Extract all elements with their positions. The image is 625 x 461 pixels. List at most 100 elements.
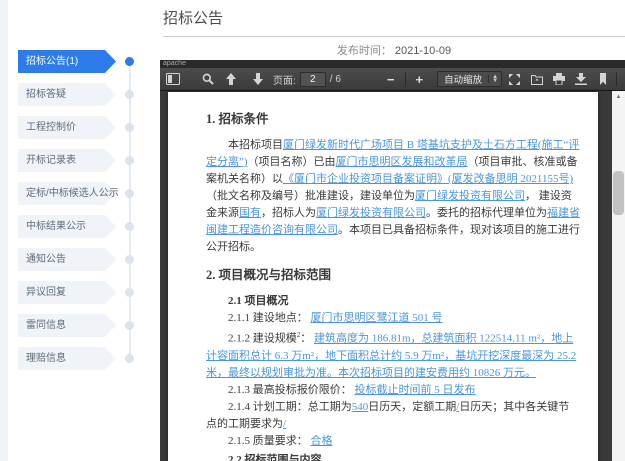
- timeline-dot: [125, 222, 134, 231]
- presentation-mode-button[interactable]: [505, 70, 524, 89]
- publish-time-value: 2021-10-09: [394, 45, 452, 57]
- zoom-select[interactable]: 自动缩放 ▲ ▼: [437, 71, 503, 87]
- timeline-dot: [125, 90, 134, 99]
- sidebar-item-label: 雷同信息: [26, 320, 66, 331]
- doc-paragraph: 2.1.4 计划工期：总工期为540日历天，定额工期/日历天；其中各关键节点的工…: [206, 399, 580, 433]
- doc-text: 本招标项目: [228, 139, 283, 151]
- doc-text: 2.1.5 质量要求：: [228, 434, 311, 447]
- scroll-up-button[interactable]: ▲: [612, 91, 625, 102]
- print-icon: [552, 73, 565, 85]
- doc-link[interactable]: 厦门绿发投资有限公司: [415, 190, 525, 202]
- vertical-scrollbar[interactable]: ▲: [612, 91, 625, 461]
- sidebar-item[interactable]: 招标公告(1): [18, 50, 116, 73]
- doc-link[interactable]: 厦门绿发投资有限公司: [316, 207, 426, 219]
- pdf-toolbar: 页面: / 6 − + 自动缩放 ▲▼: [160, 68, 625, 91]
- doc-text: 2.1.1 建设地点：: [228, 312, 311, 324]
- timeline-dot: [125, 123, 134, 132]
- timeline-dot: [125, 255, 134, 264]
- timeline-dot: [125, 288, 134, 297]
- next-page-button[interactable]: [248, 70, 267, 89]
- sidebar-item[interactable]: 中标结果公示: [18, 215, 116, 238]
- publish-time-label: 发布时间：: [336, 45, 392, 57]
- arrow-up-icon: [225, 73, 236, 85]
- search-icon: [202, 73, 214, 85]
- open-file-button[interactable]: [527, 70, 546, 89]
- doc-text: （批文名称及编号）批准建设，建设单位为: [206, 190, 415, 202]
- download-button[interactable]: [571, 70, 590, 89]
- sidebar-item-label: 开标记录表: [26, 155, 76, 166]
- sidebar-item-label: 招标公告(1): [26, 56, 79, 67]
- sidebar-item[interactable]: 雷同信息: [18, 314, 116, 337]
- timeline-dot: [125, 354, 134, 363]
- doc-link[interactable]: 投标截止时间前 5 日发布: [355, 384, 476, 396]
- scrollbar-thumb[interactable]: [613, 171, 624, 215]
- download-icon: [574, 73, 587, 85]
- viewer-content: 1. 招标条件本招标项目厦门绿发新时代广场项目 B 塔基坑支护及土石方工程(施工…: [160, 91, 625, 461]
- publish-time: 发布时间： 2021-10-09: [163, 42, 625, 58]
- toolbar-separator: [616, 72, 618, 86]
- sidebar-item[interactable]: 招标答疑: [18, 83, 116, 106]
- zoom-select-value: 自动缩放: [444, 75, 483, 86]
- doc-paragraph: 2.1.2 建设规模2： 建筑高度为 186.81m，总建筑面积 122514.…: [206, 327, 580, 382]
- sidebar-item-label: 工程控制价: [26, 122, 76, 133]
- page-number-label: 页面:: [273, 75, 296, 87]
- sidebar-item[interactable]: 工程控制价: [18, 116, 116, 139]
- page-number-input[interactable]: [299, 71, 326, 87]
- title-divider: [163, 36, 625, 37]
- doc-paragraph: 本招标项目厦门绿发新时代广场项目 B 塔基坑支护及土石方工程(施工“评定分离”)…: [206, 137, 580, 256]
- doc-link[interactable]: 国有: [239, 207, 261, 219]
- doc-heading: 2. 项目概况与招标范围: [206, 268, 332, 282]
- sidebar-item[interactable]: 定标/中标候选人公示: [18, 182, 119, 205]
- pdf-text: 1. 招标条件本招标项目厦门绿发新时代广场项目 B 塔基坑支护及土石方工程(施工…: [168, 92, 598, 461]
- doc-text: 2.1.4 计划工期：总工期为: [228, 400, 352, 413]
- sidebar-item-label: 定标/中标候选人公示: [26, 188, 119, 199]
- previous-page-button[interactable]: [221, 70, 240, 89]
- doc-text: ，招标人为: [261, 207, 316, 219]
- sidebar-item[interactable]: 通知公告: [18, 248, 116, 271]
- timeline-dot: [125, 156, 134, 165]
- timeline-dot: [125, 57, 134, 66]
- doc-text: ：: [300, 332, 314, 345]
- sidebar-item[interactable]: 异议回复: [18, 281, 116, 304]
- viewer-title: apache: [160, 60, 625, 68]
- find-button[interactable]: [198, 70, 217, 89]
- doc-link[interactable]: /: [283, 418, 286, 430]
- bookmark-icon: [599, 73, 606, 85]
- sidebar-item-label: 理赔信息: [26, 353, 66, 364]
- minus-icon: −: [386, 71, 395, 87]
- open-file-icon: [530, 74, 543, 85]
- zoom-out-button[interactable]: −: [381, 70, 401, 89]
- plus-icon: +: [415, 71, 424, 87]
- scroll-up-arrow-icon: ▲: [615, 93, 622, 100]
- doc-link[interactable]: 厦门市思明区发展和改革局: [336, 156, 468, 168]
- sidebar-item[interactable]: 理赔信息: [18, 347, 116, 370]
- sidebar-item[interactable]: 开标记录表: [18, 149, 116, 172]
- doc-link[interactable]: 合格: [311, 435, 333, 447]
- page-title: 招标公告: [163, 10, 224, 27]
- doc-paragraph: 2.1.1 建设地点： 厦门市思明区鹭江道 501 号: [206, 310, 580, 327]
- print-button[interactable]: [549, 70, 568, 89]
- arrow-down-icon: [252, 73, 263, 85]
- sidebar-toggle-button[interactable]: [163, 70, 182, 89]
- bookmark-button[interactable]: [593, 70, 612, 89]
- doc-paragraph: 2.1.3 最高投标报价限价： 投标截止时间前 5 日发布: [206, 382, 580, 399]
- sidebar: 招标公告(1) 招标答疑工程控制价开标记录表定标/中标候选人公示 中标结果公示 通知公…: [18, 50, 148, 380]
- doc-link[interactable]: 厦门市思明区鹭江道 501 号: [311, 312, 443, 324]
- doc-heading: 2.2 招标范围与内容: [228, 453, 322, 461]
- fullscreen-icon: [509, 73, 521, 85]
- sidebar-toggle-icon: [165, 73, 180, 85]
- doc-heading: 1. 招标条件: [206, 112, 269, 126]
- doc-text: 。委托的招标代理单位为: [426, 207, 547, 219]
- sidebar-item-label: 招标答疑: [26, 89, 66, 100]
- doc-paragraph: 2.1.5 质量要求： 合格: [206, 433, 580, 450]
- timeline-dot: [125, 189, 134, 198]
- doc-link[interactable]: 《厦门市企业投资项目备案证明》(厦发改备思明 2021155号): [283, 173, 573, 185]
- sidebar-item-label: 中标结果公示: [26, 221, 86, 232]
- left-accent-strip: [0, 0, 8, 461]
- sidebar-item-label: 异议回复: [26, 287, 66, 298]
- toolbar-separator: [404, 72, 406, 86]
- doc-heading: 2.1 项目概况: [228, 295, 289, 307]
- sidebar-item-label: 通知公告: [26, 254, 66, 265]
- doc-link[interactable]: 540: [352, 401, 369, 413]
- zoom-in-button[interactable]: +: [410, 70, 430, 89]
